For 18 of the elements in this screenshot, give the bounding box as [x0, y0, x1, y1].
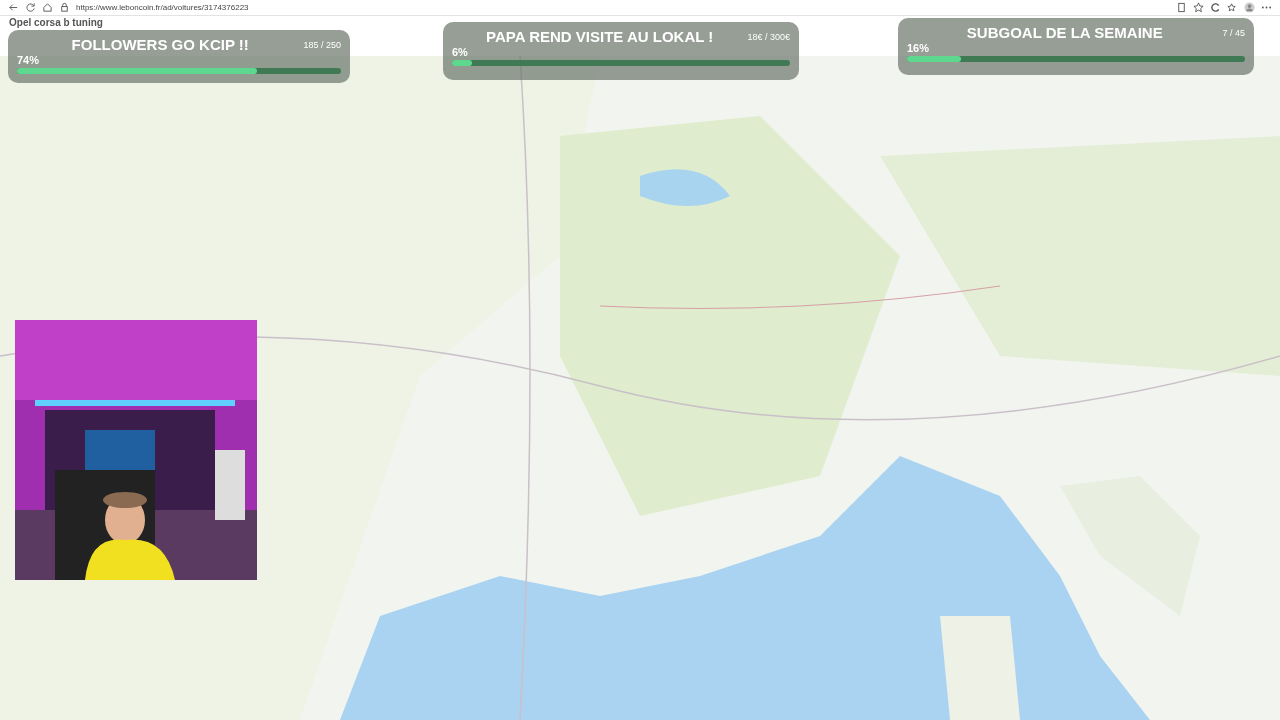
goal-title: SUBGOAL DE LA SEMAINE: [965, 24, 1164, 41]
goal-count: 18€ / 300€: [747, 31, 790, 42]
star-icon[interactable]: [1193, 2, 1204, 13]
profile-icon[interactable]: [1244, 2, 1255, 13]
address-bar[interactable]: https://www.leboncoin.fr/ad/voitures/3174376223: [76, 3, 249, 12]
goal-percent: 6%: [452, 46, 469, 58]
goal-count: 7 / 45: [1222, 27, 1245, 38]
page-title: Opel corsa b tuning: [9, 17, 103, 28]
goal-percent: 16%: [907, 42, 931, 54]
favorites-icon[interactable]: [1227, 2, 1238, 13]
goal-title: PAPA REND VISITE AU LOKAL !: [485, 28, 715, 45]
lock-icon: [59, 2, 70, 13]
goal-count: 185 / 250: [303, 39, 341, 50]
reload-icon[interactable]: [25, 2, 36, 13]
reader-icon[interactable]: [1176, 2, 1187, 13]
home-icon[interactable]: [42, 2, 53, 13]
goal-title: FOLLOWERS GO KCIP !!: [70, 36, 250, 53]
back-icon[interactable]: [8, 2, 19, 13]
